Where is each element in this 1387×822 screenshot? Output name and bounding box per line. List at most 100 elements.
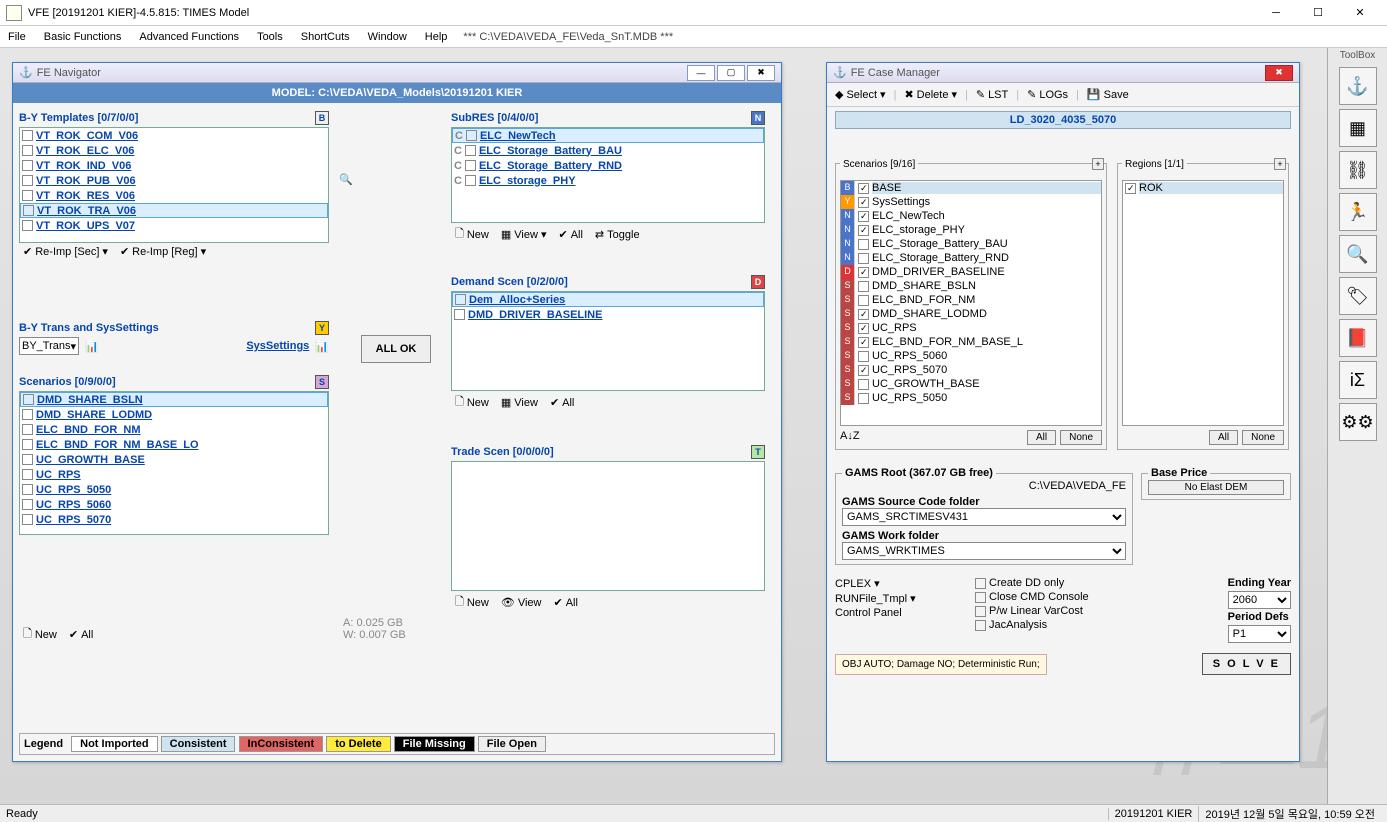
menu-basic-functions[interactable]: Basic Functions xyxy=(42,30,124,44)
tool-gears-icon[interactable]: ⚙⚙ xyxy=(1339,403,1377,441)
demand-list[interactable]: Dem_Alloc+SeriesDMD_DRIVER_BASELINE xyxy=(451,291,765,391)
demand-new[interactable]: 🗋 New xyxy=(455,393,489,412)
tool-search-icon[interactable]: 🔍 xyxy=(1339,235,1377,273)
select-button[interactable]: ◆ Select ▾ xyxy=(831,87,890,102)
list-item[interactable]: ELC_BND_FOR_NM xyxy=(20,422,328,437)
ld-bar[interactable]: LD_3020_4035_5070 xyxy=(835,111,1291,129)
list-item[interactable]: UC_GROWTH_BASE xyxy=(20,452,328,467)
list-item[interactable]: VT_ROK_TRA_V06 xyxy=(20,203,328,218)
cm-scenarios-list[interactable]: BBASEYSysSettingsNELC_NewTechNELC_storag… xyxy=(840,180,1102,426)
trade-new[interactable]: 🗋 New xyxy=(455,593,489,612)
cb-close-cmd[interactable] xyxy=(975,592,986,603)
tool-grid-icon[interactable]: ▦ xyxy=(1339,109,1377,147)
cb-pw-linear[interactable] xyxy=(975,606,986,617)
menu-file[interactable]: File xyxy=(6,30,28,44)
list-item[interactable]: CELC_Storage_Battery_BAU xyxy=(452,143,764,158)
menu-advanced-functions[interactable]: Advanced Functions xyxy=(137,30,241,44)
reg-none-button[interactable]: None xyxy=(1242,430,1284,445)
scenario-row[interactable]: BBASE xyxy=(841,181,1101,195)
runfile-menu[interactable]: RUNFile_Tmpl ▾ xyxy=(835,592,965,605)
navigator-header[interactable]: ⚓ FE Navigator — ▢ ✖ xyxy=(13,63,781,83)
no-elast-dem-button[interactable]: No Elast DEM xyxy=(1148,480,1284,495)
list-item[interactable]: VT_ROK_PUB_V06 xyxy=(20,173,328,188)
casemgr-header[interactable]: ⚓ FE Case Manager ✖ xyxy=(827,63,1299,83)
scenario-row[interactable]: NELC_storage_PHY xyxy=(841,223,1101,237)
syssettings-link[interactable]: SysSettings xyxy=(246,340,309,352)
save-button[interactable]: 💾 Save xyxy=(1083,87,1133,102)
list-item[interactable]: DMD_DRIVER_BASELINE xyxy=(452,307,764,322)
scen-none-button[interactable]: None xyxy=(1060,430,1102,445)
logs-button[interactable]: ✎ LOGs xyxy=(1023,87,1072,102)
scenario-row[interactable]: NELC_NewTech xyxy=(841,209,1101,223)
demand-all[interactable]: ✔ All xyxy=(550,396,574,409)
subres-new[interactable]: 🗋 New xyxy=(455,225,489,244)
list-item[interactable]: CELC_storage_PHY xyxy=(452,173,764,188)
close-button[interactable]: ✕ xyxy=(1339,2,1381,24)
region-row[interactable]: ROK xyxy=(1123,181,1283,195)
scenarios-list[interactable]: DMD_SHARE_BSLNDMD_SHARE_LODMDELC_BND_FOR… xyxy=(19,391,329,535)
list-item[interactable]: DMD_SHARE_LODMD xyxy=(20,407,328,422)
scenario-row[interactable]: SDMD_SHARE_LODMD xyxy=(841,307,1101,321)
scenario-row[interactable]: SUC_RPS_5050 xyxy=(841,391,1101,405)
subres-list[interactable]: CELC_NewTechCELC_Storage_Battery_BAU CELC… xyxy=(451,127,765,223)
cm-regions-list[interactable]: ROK xyxy=(1122,180,1284,426)
tool-run-icon[interactable]: 🏃 xyxy=(1339,193,1377,231)
list-item[interactable]: VT_ROK_COM_V06 xyxy=(20,128,328,143)
by-templates-list[interactable]: VT_ROK_COM_V06VT_ROK_ELC_V06VT_ROK_IND_V… xyxy=(19,127,329,243)
menu-tools[interactable]: Tools xyxy=(255,30,285,44)
solve-button[interactable]: S O L V E xyxy=(1202,653,1291,675)
new-button[interactable]: 🗋 New xyxy=(23,625,57,644)
cb-jac[interactable] xyxy=(975,620,986,631)
scenario-row[interactable]: DDMD_DRIVER_BASELINE xyxy=(841,265,1101,279)
nav-min-button[interactable]: — xyxy=(687,65,715,81)
reimp-sec-button[interactable]: ✔ Re-Imp [Sec] ▾ xyxy=(23,245,108,258)
nav-close-button[interactable]: ✖ xyxy=(747,65,775,81)
demand-view[interactable]: ▦ View xyxy=(501,396,538,409)
period-defs-combo[interactable]: P1 xyxy=(1228,625,1291,643)
scenario-row[interactable]: SELC_BND_FOR_NM_BASE_L xyxy=(841,335,1101,349)
list-item[interactable]: UC_RPS_5050 xyxy=(20,482,328,497)
lst-button[interactable]: ✎ LST xyxy=(972,87,1012,102)
maximize-button[interactable]: ☐ xyxy=(1297,2,1339,24)
reimp-reg-button[interactable]: ✔ Re-Imp [Reg] ▾ xyxy=(120,245,206,258)
nav-max-button[interactable]: ▢ xyxy=(717,65,745,81)
excel-icon-2[interactable]: 📊 xyxy=(315,340,329,353)
scenario-row[interactable]: NELC_Storage_Battery_RND xyxy=(841,251,1101,265)
minimize-button[interactable]: ─ xyxy=(1255,2,1297,24)
list-item[interactable]: ELC_BND_FOR_NM_BASE_LO xyxy=(20,437,328,452)
scenario-row[interactable]: SUC_RPS_5070 xyxy=(841,363,1101,377)
scenario-row[interactable]: SELC_BND_FOR_NM xyxy=(841,293,1101,307)
gams-src-combo[interactable]: GAMS_SRCTIMESV431 xyxy=(842,508,1126,526)
sort-az[interactable]: A↓Z xyxy=(840,430,860,445)
gams-wrk-combo[interactable]: GAMS_WRKTIMES xyxy=(842,542,1126,560)
trade-view[interactable]: 👁 View xyxy=(501,596,542,609)
tool-anchor-icon[interactable]: ⚓ xyxy=(1339,67,1377,105)
list-item[interactable]: CELC_NewTech xyxy=(452,128,764,143)
list-item[interactable]: UC_RPS xyxy=(20,467,328,482)
trade-list[interactable] xyxy=(451,461,765,591)
reg-all-button[interactable]: All xyxy=(1209,430,1238,445)
casemgr-close-button[interactable]: ✖ xyxy=(1265,65,1293,81)
tool-book-icon[interactable]: 📕 xyxy=(1339,319,1377,357)
all-ok-button[interactable]: ALL OK xyxy=(361,335,431,363)
menu-window[interactable]: Window xyxy=(366,30,409,44)
expand-scenarios[interactable]: + xyxy=(1092,158,1104,170)
expand-regions[interactable]: + xyxy=(1274,158,1286,170)
list-item[interactable]: VT_ROK_IND_V06 xyxy=(20,158,328,173)
tool-chain-icon[interactable]: ⛓ xyxy=(1339,151,1377,189)
list-item[interactable]: UC_RPS_5060 xyxy=(20,497,328,512)
list-item[interactable]: VT_ROK_ELC_V06 xyxy=(20,143,328,158)
list-item[interactable]: VT_ROK_RES_V06 xyxy=(20,188,328,203)
subres-toggle[interactable]: ⇄ Toggle xyxy=(595,228,640,241)
ending-year-combo[interactable]: 2060 xyxy=(1228,591,1291,609)
excel-search-icon[interactable]: 🔍 xyxy=(339,173,353,186)
tool-sigma-icon[interactable]: iΣ xyxy=(1339,361,1377,399)
list-item[interactable]: Dem_Alloc+Series xyxy=(452,292,764,307)
scenario-row[interactable]: SUC_RPS xyxy=(841,321,1101,335)
menu-help[interactable]: Help xyxy=(423,30,450,44)
subres-all[interactable]: ✔ All xyxy=(558,228,582,241)
list-item[interactable]: UC_RPS_5070 xyxy=(20,512,328,527)
trade-all[interactable]: ✔ All xyxy=(554,596,578,609)
all-button[interactable]: ✔ All xyxy=(69,628,93,641)
menu-shortcuts[interactable]: ShortCuts xyxy=(299,30,352,44)
